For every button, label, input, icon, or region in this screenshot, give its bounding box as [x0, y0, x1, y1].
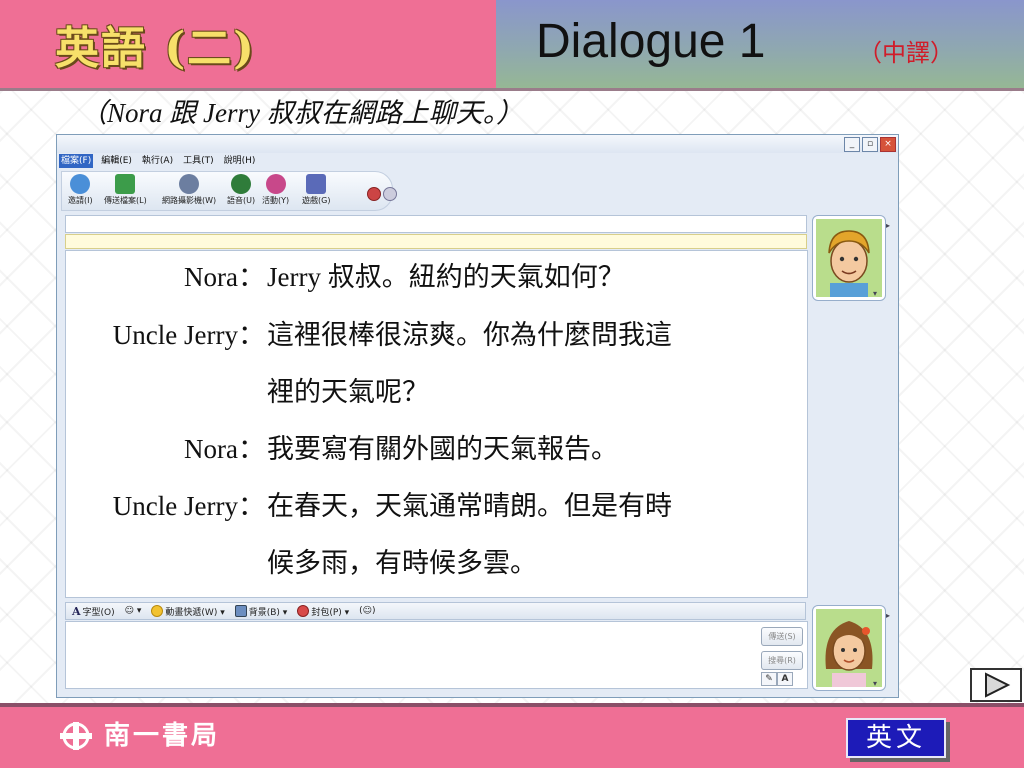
header-divider [0, 88, 1024, 91]
send-button[interactable]: 傳送(S) [761, 627, 803, 646]
publisher-logo-icon [58, 720, 94, 756]
speaker-label: Nora： [184, 262, 265, 292]
menu-actions[interactable]: 執行(A) [140, 154, 175, 168]
user-avatar-collapse-icon[interactable]: ▸ [886, 611, 890, 620]
winks-button[interactable]: 動畫快遞(W) ▾ [151, 605, 225, 618]
minimize-button[interactable]: _ [844, 137, 860, 152]
package-button[interactable]: 封包(P) ▾ [297, 605, 349, 618]
nudge-button[interactable]: (☺) [359, 606, 375, 616]
format-toolbar: A 字型(O) ☺ ▾ 動畫快遞(W) ▾ 背景(B) ▾ 封包(P) ▾ (☺… [65, 602, 806, 620]
tool-invite-label: 邀請(I) [68, 196, 93, 205]
background-label: 背景(B) ▾ [248, 607, 288, 618]
play-arrow-icon [985, 672, 1011, 698]
girl-avatar-icon [816, 609, 882, 687]
font-label: 字型(O) [82, 607, 115, 618]
next-slide-button[interactable] [970, 668, 1022, 702]
block-icon[interactable] [367, 187, 381, 201]
avatar-dropdown-icon[interactable]: ▾ [873, 289, 877, 298]
send-file-icon [115, 174, 136, 194]
activities-icon [265, 174, 286, 194]
voice-icon [231, 174, 252, 194]
avatar-collapse-icon[interactable]: ▸ [886, 221, 890, 230]
package-icon [297, 605, 310, 617]
menu-tools[interactable]: 工具(T) [181, 154, 216, 168]
menu-edit[interactable]: 編輯(E) [99, 154, 134, 168]
scene-subtitle: （Nora 跟 Jerry 叔叔在網路上聊天。） [80, 98, 524, 128]
background-icon [234, 605, 247, 617]
menu-file[interactable]: 檔案(F) [59, 154, 94, 168]
dialogue-text: 裡的天氣呢？ [267, 377, 429, 407]
publisher-name: 南一書局 [104, 721, 221, 751]
dialogue-title: Dialogue 1 [536, 15, 766, 68]
font-button[interactable]: A 字型(O) [72, 605, 115, 618]
tool-voice[interactable]: 語音(U) [227, 174, 255, 206]
nudge-label: (☺) [359, 606, 376, 616]
english-button[interactable]: 英文 [846, 718, 946, 758]
maximize-button[interactable]: ▫ [862, 137, 878, 152]
winks-icon [151, 605, 164, 617]
dialogue-text: 在春天，天氣通常晴朗。但是有時 [267, 491, 672, 521]
recipient-bar [65, 215, 807, 233]
menu-bar: 檔案(F) 編輯(E) 執行(A) 工具(T) 說明(H) [59, 154, 257, 168]
text-mode-icon[interactable]: A [777, 672, 793, 686]
emoticon-button[interactable]: ☺ ▾ [125, 606, 142, 616]
subject-title: 英語 (二) [55, 23, 256, 74]
tool-send-file[interactable]: 傳送檔案(L) [104, 174, 147, 206]
speaker-label: Uncle Jerry： [112, 320, 265, 350]
games-icon [306, 174, 327, 194]
search-button[interactable]: 搜尋(R) [761, 651, 803, 670]
background-button[interactable]: 背景(B) ▾ [234, 605, 288, 618]
messenger-toolbar: 邀請(I) 傳送檔案(L) 網路攝影機(W) 語音(U) 活動(Y) 遊戲(G) [61, 171, 393, 211]
tool-games[interactable]: 遊戲(G) [302, 174, 330, 206]
translation-tag: （中譯） [858, 39, 954, 67]
speaker-label: Uncle Jerry： [112, 491, 265, 521]
dialogue-text: 候多雨，有時候多雲。 [267, 548, 537, 578]
messenger-window: _ ▫ × 檔案(F) 編輯(E) 執行(A) 工具(T) 說明(H) 邀請(I… [56, 134, 899, 698]
invite-icon [70, 174, 91, 194]
dialogue-text: 我要寫有關外國的天氣報告。 [267, 434, 618, 464]
tool-send-file-label: 傳送檔案(L) [104, 196, 147, 205]
tool-invite[interactable]: 邀請(I) [68, 174, 93, 206]
tool-activities-label: 活動(Y) [262, 196, 290, 205]
tool-webcam[interactable]: 網路攝影機(W) [162, 174, 216, 206]
handwriting-icon[interactable]: ✎ [761, 672, 777, 686]
emoticon-label: ☺ ▾ [124, 606, 142, 616]
winks-label: 動畫快遞(W) ▾ [165, 607, 225, 618]
speaker-label: Nora： [184, 434, 265, 464]
menu-help[interactable]: 說明(H) [222, 154, 258, 168]
user-avatar-dropdown-icon[interactable]: ▾ [873, 679, 877, 688]
tool-games-label: 遊戲(G) [302, 196, 331, 205]
dialogue-text: Jerry 叔叔。紐約的天氣如何？ [267, 262, 625, 292]
close-button[interactable]: × [880, 137, 896, 152]
tool-webcam-label: 網路攝影機(W) [162, 196, 217, 205]
tool-voice-label: 語音(U) [227, 196, 256, 205]
dialogue-text: 這裡很棒很涼爽。你為什麼問我這 [267, 320, 672, 350]
font-icon: A [72, 604, 81, 618]
package-label: 封包(P) ▾ [311, 607, 350, 618]
window-titlebar: _ ▫ × [57, 135, 898, 153]
message-input[interactable] [65, 621, 808, 689]
info-strip [65, 234, 807, 249]
boy-avatar-icon [816, 219, 882, 297]
webcam-icon [179, 174, 200, 194]
options-icon[interactable] [383, 187, 397, 201]
tool-activities[interactable]: 活動(Y) [262, 174, 289, 206]
